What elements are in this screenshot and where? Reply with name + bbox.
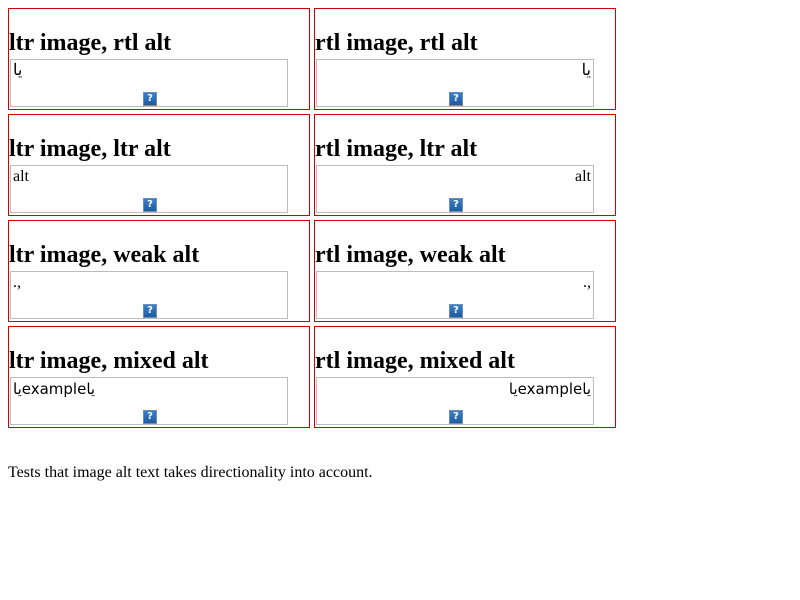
broken-image-icon: ?: [449, 92, 463, 106]
broken-image: ياexampleيا ?: [316, 377, 594, 425]
alt-text: .,: [583, 274, 591, 291]
test-description: Tests that image alt text takes directio…: [8, 464, 373, 481]
broken-image-icon: ?: [449, 198, 463, 212]
case-heading: ltr image, rtl alt: [9, 30, 172, 56]
alt-text: ياexampleيا: [508, 380, 591, 398]
broken-image-icon: ?: [449, 410, 463, 424]
test-case-rtl-image-weak-alt: rtl image, weak alt ., ?: [314, 220, 616, 322]
test-case-ltr-image-ltr-alt: ltr image, ltr alt alt ?: [8, 114, 310, 216]
case-heading: rtl image, ltr alt: [315, 136, 478, 162]
broken-image: يا ?: [316, 59, 594, 107]
case-heading: rtl image, weak alt: [315, 242, 506, 268]
broken-image-icon: ?: [143, 410, 157, 424]
broken-image-icon: ?: [143, 92, 157, 106]
broken-image: alt ?: [10, 165, 288, 213]
test-case-rtl-image-rtl-alt: rtl image, rtl alt يا ?: [314, 8, 616, 110]
broken-image: ., ?: [316, 271, 594, 319]
test-case-rtl-image-ltr-alt: rtl image, ltr alt alt ?: [314, 114, 616, 216]
broken-image-icon: ?: [143, 198, 157, 212]
alt-text: ياexampleيا: [13, 380, 96, 398]
alt-text: يا: [13, 62, 23, 79]
broken-image: alt ?: [316, 165, 594, 213]
alt-text: .,: [13, 274, 21, 291]
broken-image: ., ?: [10, 271, 288, 319]
case-heading: rtl image, rtl alt: [315, 30, 478, 56]
broken-image-icon: ?: [449, 304, 463, 318]
alt-text: يا: [581, 62, 591, 79]
case-heading: ltr image, mixed alt: [9, 348, 209, 374]
broken-image-icon: ?: [143, 304, 157, 318]
broken-image: يا ?: [10, 59, 288, 107]
broken-image: ياexampleيا ?: [10, 377, 288, 425]
test-case-ltr-image-rtl-alt: ltr image, rtl alt يا ?: [8, 8, 310, 110]
case-heading: ltr image, weak alt: [9, 242, 200, 268]
case-heading: rtl image, mixed alt: [315, 348, 515, 374]
case-heading: ltr image, ltr alt: [9, 136, 171, 162]
test-case-ltr-image-weak-alt: ltr image, weak alt ., ?: [8, 220, 310, 322]
test-case-ltr-image-mixed-alt: ltr image, mixed alt ياexampleيا ?: [8, 326, 310, 428]
alt-text: alt: [575, 168, 591, 185]
test-case-rtl-image-mixed-alt: rtl image, mixed alt ياexampleيا ?: [314, 326, 616, 428]
alt-text: alt: [13, 168, 29, 185]
